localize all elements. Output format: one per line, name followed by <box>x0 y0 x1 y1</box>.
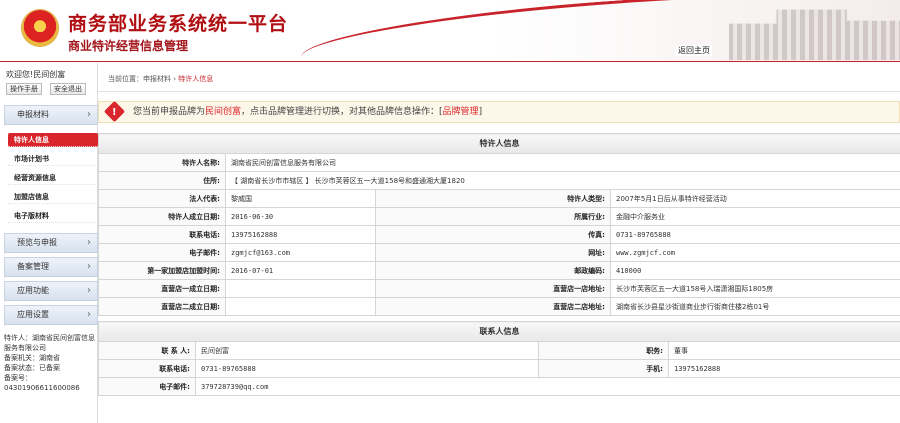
breadcrumb-parent[interactable]: 申报材料 <box>143 75 171 83</box>
type-label: 特许人类型: <box>375 189 611 208</box>
menu-filing-management[interactable]: 备案管理 › <box>4 257 98 277</box>
address-value: 【 湖南省长沙市市辖区 】 长沙市芙蓉区五一大道158号和盛通湘大厦1820 <box>225 171 900 190</box>
legal-rep-label: 法人代表: <box>98 189 226 208</box>
phone-value: 13975162888 <box>225 225 376 244</box>
industry-value: 金融中介服务业 <box>610 207 900 226</box>
menu-label: 申报材料 <box>17 110 49 119</box>
contact-person-value: 民间创富 <box>195 341 539 360</box>
sidebar-item-market-plan[interactable]: 市场计划书 <box>8 152 98 166</box>
national-emblem-icon: ★ <box>22 10 58 46</box>
email-value: zgmjcf@163.com <box>225 243 376 262</box>
legal-rep-value: 黎威国 <box>225 189 376 208</box>
position-value: 董事 <box>668 341 900 360</box>
type-value: 2007年5月1日后从事特许经营活动 <box>610 189 900 208</box>
menu-label: 备案管理 <box>17 262 49 271</box>
founded-label: 特许人成立日期: <box>98 207 226 226</box>
contact-person-label: 联 系 人: <box>98 341 196 360</box>
home-link[interactable]: 返回主页 <box>676 45 712 56</box>
chevron-right-icon: › <box>87 309 91 320</box>
menu-app-functions[interactable]: 应用功能 › <box>4 281 98 301</box>
fax-label: 传真: <box>375 225 611 244</box>
breadcrumb-separator: › <box>173 75 177 83</box>
menu-app-settings[interactable]: 应用设置 › <box>4 305 98 325</box>
section-title-contact: 联系人信息 <box>98 321 900 342</box>
sidebar-item-franchisor-info[interactable]: 特许人信息 <box>8 133 98 147</box>
menu-preview-submit[interactable]: 预览与申报 › <box>4 233 98 253</box>
store1-date-value <box>225 279 376 298</box>
filing-authority: 备案机关：湖南省 <box>4 354 60 362</box>
website-label: 网址: <box>375 243 611 262</box>
header: ★ 商务部业务系统统一平台 商业特许经营信息管理 返回主页 <box>0 0 900 62</box>
filing-summary: 特许人：湖南省民间创富信息 服务有限公司 备案机关：湖南省 备案状态：已备案 备… <box>4 333 98 393</box>
store2-address-value: 湖南省长沙县星沙街道商业步行街商住楼2栋01号 <box>610 297 900 316</box>
sidebar-item-resources[interactable]: 经营资源信息 <box>8 171 98 185</box>
mobile-value: 13975162888 <box>668 359 900 378</box>
email-label: 电子邮件: <box>98 243 226 262</box>
logout-button[interactable]: 安全退出 <box>50 83 86 95</box>
filing-number: 备案号：04301906611600086 <box>4 374 80 392</box>
breadcrumb-divider <box>98 91 900 92</box>
position-label: 职务: <box>538 341 669 360</box>
brand-management-link[interactable]: 品牌管理 <box>443 107 479 117</box>
filing-status: 备案状态：已备案 <box>4 364 60 372</box>
founded-value: 2016-06-30 <box>225 207 376 226</box>
postcode-value: 410000 <box>610 261 900 280</box>
contact-email-label: 电子邮件: <box>98 377 196 396</box>
postcode-label: 邮政编码: <box>375 261 611 280</box>
franchisor-info-table: 特许人信息 特许人名称: 湖南省民间创富信息服务有限公司 住所: 【 湖南省长沙… <box>98 133 900 316</box>
notice-text-after: ，点击品牌管理进行切换，对其他品牌信息操作：[ <box>241 107 443 117</box>
website-value: www.zgmjcf.com <box>610 243 900 262</box>
sidebar-item-stores[interactable]: 加盟店信息 <box>8 190 98 204</box>
store1-address-value: 长沙市芙蓉区五一大道158号入瑞潇湘国际1805房 <box>610 279 900 298</box>
phone-label: 联系电话: <box>98 225 226 244</box>
address-label: 住所: <box>98 171 226 190</box>
sidebar: 欢迎您!民间创富 操作手册 安全退出 申报材料 › 特许人信息 市场计划书 经营… <box>0 63 98 423</box>
first-store-value: 2016-07-01 <box>225 261 376 280</box>
notice-text-end: ] <box>478 107 483 117</box>
system-subtitle: 商业特许经营信息管理 <box>68 39 189 53</box>
section-title-franchisor: 特许人信息 <box>98 133 900 154</box>
contact-info-table: 联系人信息 联 系 人: 民间创富 职务: 董事 联系电话: 0731-8976… <box>98 321 900 396</box>
chevron-right-icon: › <box>87 109 91 120</box>
notice-brand: 民间创富 <box>205 107 242 117</box>
store1-date-label: 直营店一成立日期: <box>98 279 226 298</box>
contact-email-value: 379728739@qq.com <box>195 377 900 396</box>
breadcrumb: 当前位置：申报材料 › 特许人信息 <box>108 74 213 84</box>
mobile-label: 手机: <box>538 359 669 378</box>
system-title: 商务部业务系统统一平台 <box>68 13 289 35</box>
menu-label: 应用功能 <box>17 286 49 295</box>
menu-declaration-materials[interactable]: 申报材料 › <box>4 105 98 125</box>
menu-label: 应用设置 <box>17 310 49 319</box>
welcome-text: 欢迎您!民间创富 <box>6 70 66 79</box>
store2-date-label: 直营店二成立日期: <box>98 297 226 316</box>
star-icon: ★ <box>35 19 45 32</box>
menu-label: 预览与申报 <box>17 238 57 247</box>
header-divider <box>0 61 900 62</box>
sidebar-item-electronic-materials[interactable]: 电子版材料 <box>8 209 98 223</box>
manual-button[interactable]: 操作手册 <box>6 83 42 95</box>
chevron-right-icon: › <box>87 261 91 272</box>
contact-phone-label: 联系电话: <box>98 359 196 378</box>
name-value: 湖南省民间创富信息服务有限公司 <box>225 153 900 172</box>
warning-mark-icon: ! <box>112 107 117 118</box>
store2-date-value <box>225 297 376 316</box>
first-store-label: 第一家加盟店加盟时间: <box>98 261 226 280</box>
franchisor-line: 特许人：湖南省民间创富信息 <box>4 334 95 342</box>
contact-phone-value: 0731-89765888 <box>195 359 539 378</box>
franchisor-line-cont: 服务有限公司 <box>4 344 46 352</box>
chevron-right-icon: › <box>87 237 91 248</box>
industry-label: 所属行业: <box>375 207 611 226</box>
brand-notice: ! 您当前申报品牌为民间创富，点击品牌管理进行切换，对其他品牌信息操作：[品牌管… <box>98 100 900 123</box>
fax-value: 0731-89765888 <box>610 225 900 244</box>
notice-text: 您当前申报品牌为 <box>133 107 206 117</box>
store2-address-label: 直营店二店地址: <box>375 297 611 316</box>
store1-address-label: 直营店一店地址: <box>375 279 611 298</box>
chevron-right-icon: › <box>87 285 91 296</box>
breadcrumb-current: 特许人信息 <box>178 75 214 83</box>
breadcrumb-prefix: 当前位置： <box>108 75 143 83</box>
name-label: 特许人名称: <box>98 153 226 172</box>
